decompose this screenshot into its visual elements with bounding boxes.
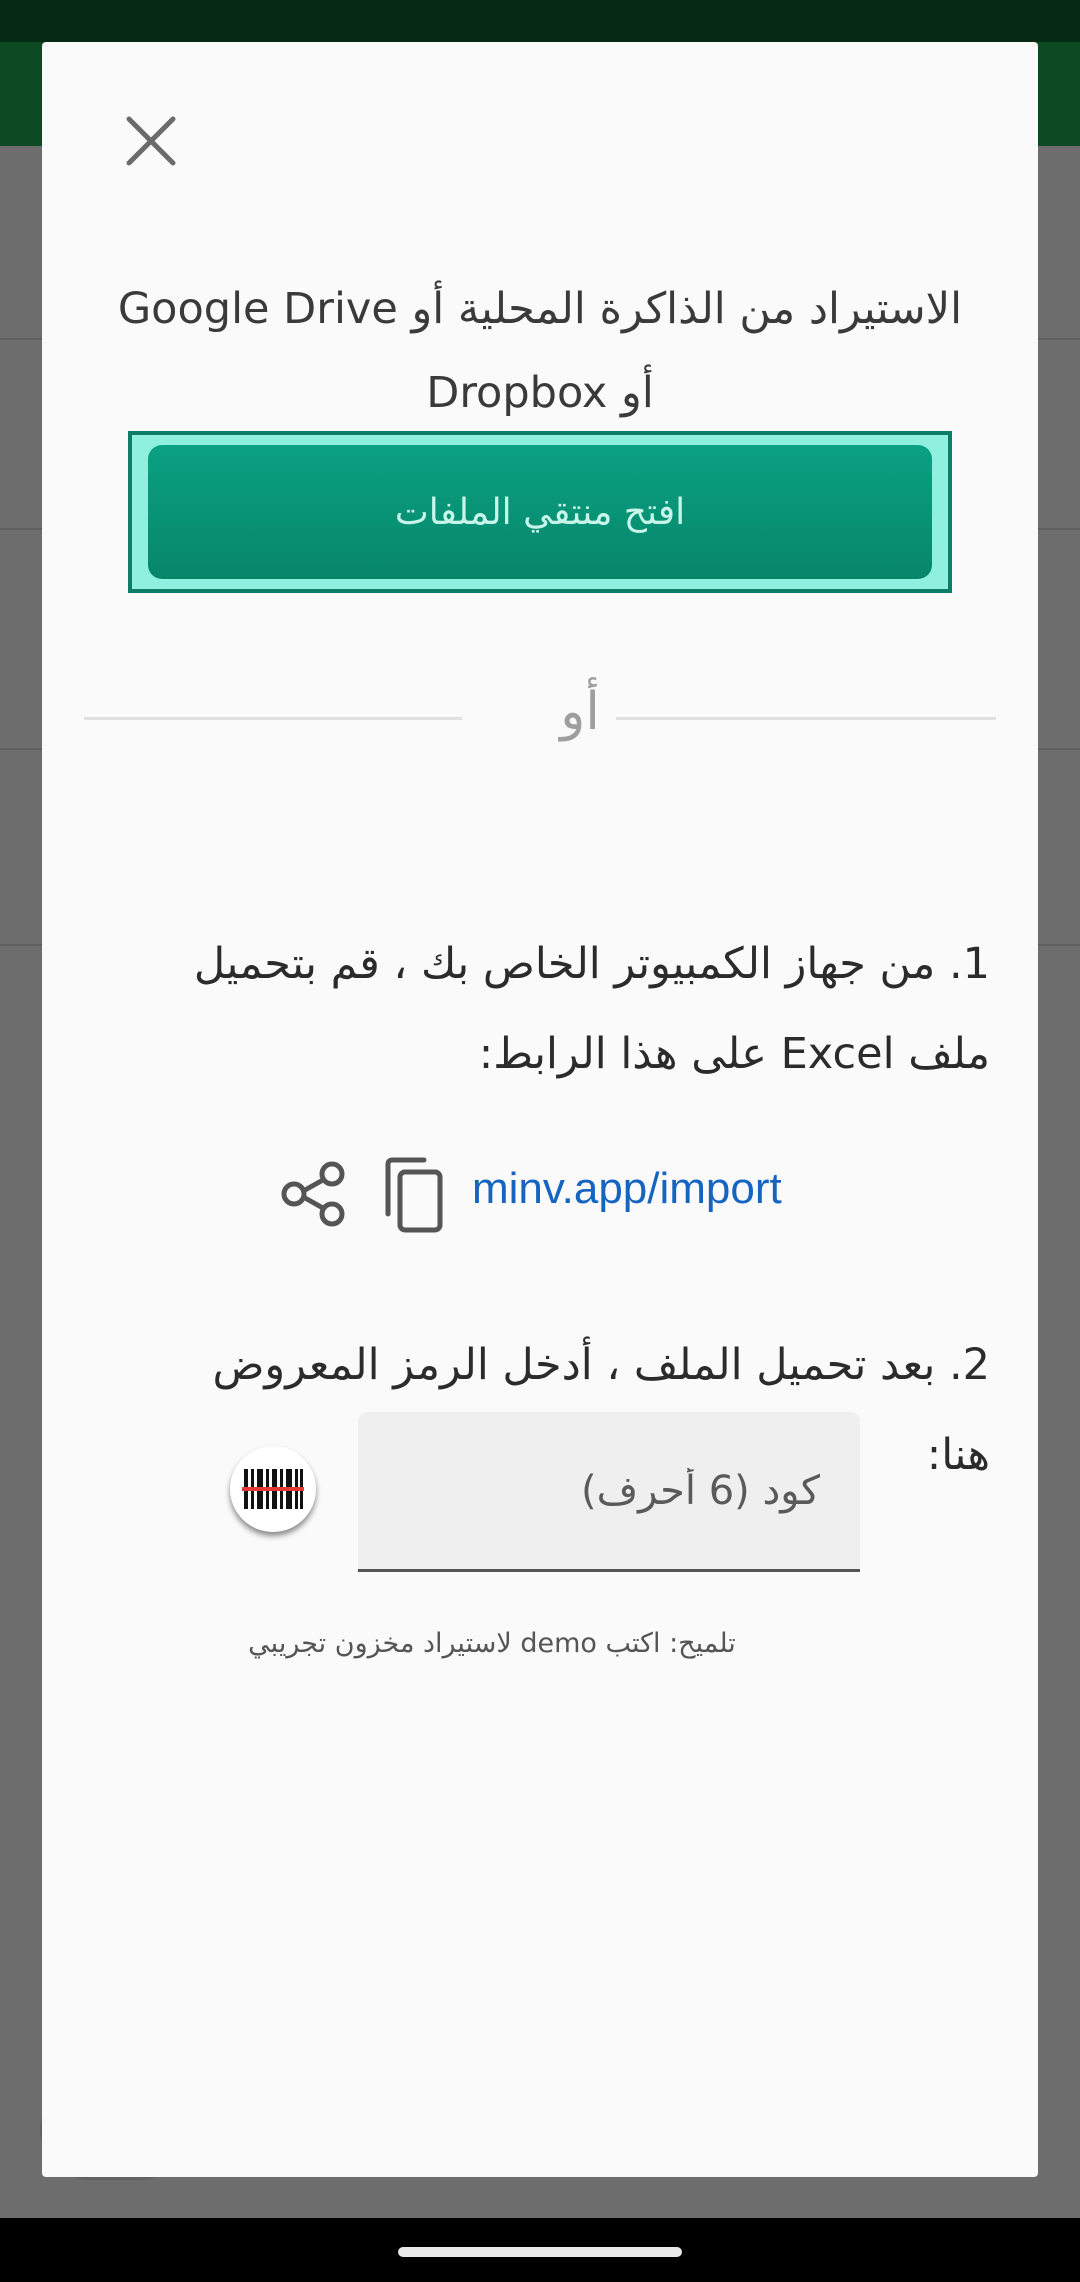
import-dialog: الاستيراد من الذاكرة المحلية أو Google D…	[42, 42, 1038, 2177]
barcode-scan-icon	[242, 1469, 304, 1509]
code-input[interactable]	[358, 1412, 860, 1569]
code-input-field[interactable]	[358, 1412, 860, 1572]
dialog-heading: الاستيراد من الذاكرة المحلية أو Google D…	[117, 284, 963, 418]
divider-line-right	[616, 717, 996, 720]
demo-hint: تلميح: اكتب demo لاستيراد مخزون تجريبي	[248, 1628, 736, 1659]
divider-line-left	[84, 717, 462, 720]
or-label: أو	[560, 682, 600, 742]
share-icon[interactable]	[276, 1156, 352, 1232]
open-file-picker-button[interactable]: افتح منتقي الملفات	[148, 445, 932, 579]
close-button[interactable]	[96, 86, 206, 196]
import-link[interactable]: minv.app/import	[472, 1164, 782, 1214]
copy-icon[interactable]	[380, 1156, 450, 1236]
file-picker-focus-frame: افتح منتقي الملفات	[128, 431, 952, 593]
home-gesture-handle[interactable]	[398, 2247, 682, 2257]
step1-instructions: 1. من جهاز الكمبيوتر الخاص بك ، قم بتحمي…	[193, 939, 990, 1079]
status-bar	[0, 0, 1080, 42]
import-link-row: minv.app/import	[42, 1150, 1038, 1242]
scan-barcode-button[interactable]	[230, 1446, 316, 1532]
close-icon	[126, 116, 176, 166]
